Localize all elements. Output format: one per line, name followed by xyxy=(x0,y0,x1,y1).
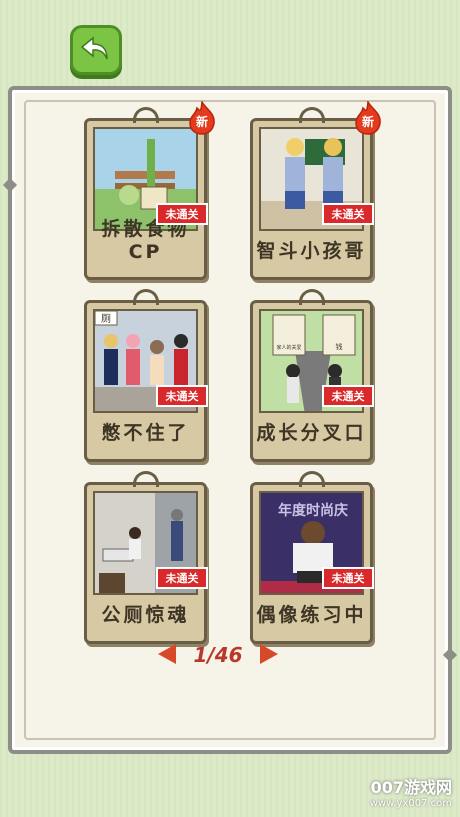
level-title: 成长分叉口 xyxy=(256,422,367,444)
pager: 1/46 xyxy=(158,640,278,670)
choice-right-label: 钱 xyxy=(336,342,343,351)
card-hook xyxy=(298,107,325,123)
level-card-1[interactable]: 拆散食物CP 未通关 新 xyxy=(84,101,215,280)
new-badge: 新 xyxy=(352,101,384,135)
page-indicator: 1/46 xyxy=(193,643,243,667)
choice-left-label: 家人的关爱 xyxy=(276,344,301,351)
card-hook xyxy=(132,471,159,487)
status-badge: 未通关 xyxy=(322,385,374,407)
status-badge: 未通关 xyxy=(156,567,208,589)
status-badge: 未通关 xyxy=(322,203,374,225)
status-badge: 未通关 xyxy=(156,203,208,225)
idol-banner: 年度时尚庆 xyxy=(278,502,348,519)
card-hook xyxy=(132,289,159,305)
level-title: 智斗小孩哥 xyxy=(256,240,367,262)
level-card-6[interactable]: 年度时尚庆 偶像练习中 未通关 xyxy=(250,471,374,644)
card-hook xyxy=(298,471,325,487)
watermark-url: www.yx007.com xyxy=(369,798,452,809)
prev-page-icon[interactable] xyxy=(158,644,176,664)
card-hook xyxy=(132,107,159,123)
watermark-name: 007游戏网 xyxy=(370,778,452,797)
level-title: 憋不住了 xyxy=(101,422,190,444)
toilet-sign: 厕 xyxy=(101,313,111,325)
level-card-2[interactable]: 智斗小孩哥 未通关 新 xyxy=(250,101,381,280)
back-button[interactable] xyxy=(70,25,122,75)
card-hook xyxy=(298,289,325,305)
status-badge: 未通关 xyxy=(156,385,208,407)
new-badge-label: 新 xyxy=(361,115,374,129)
level-card-5[interactable]: 公厕惊魂 未通关 xyxy=(84,471,208,644)
next-page-icon[interactable] xyxy=(260,644,278,664)
back-arrow-icon xyxy=(80,36,108,60)
status-badge: 未通关 xyxy=(322,567,374,589)
level-card-3[interactable]: 厕 憋不住了 未通关 xyxy=(84,289,208,462)
level-card-4[interactable]: 家人的关爱 钱 成长分叉口 未通关 xyxy=(250,289,374,462)
new-badge-label: 新 xyxy=(195,115,208,129)
watermark: 007游戏网 www.yx007.com xyxy=(370,774,452,809)
level-title: 公厕惊魂 xyxy=(101,604,190,626)
new-badge: 新 xyxy=(186,101,218,135)
level-title: 偶像练习中 xyxy=(256,604,367,626)
